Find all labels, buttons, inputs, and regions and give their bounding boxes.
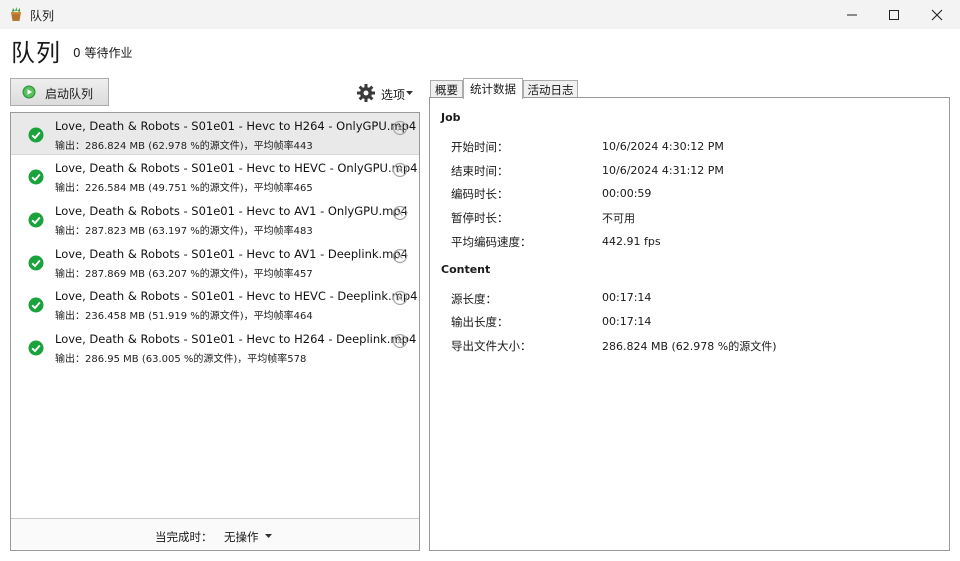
stat-value: 不可用 — [602, 212, 635, 225]
remove-icon[interactable] — [392, 290, 408, 306]
queue-item-detail: 输出：236.458 MB (51.919 %的源文件)，平均帧率464 — [55, 311, 313, 322]
window-title: 队列 — [30, 9, 55, 23]
queue-item-detail: 输出：287.823 MB (63.197 %的源文件)，平均帧率483 — [55, 226, 313, 237]
options-label: 选项 — [381, 88, 406, 102]
when-done-label: 当完成时： — [155, 530, 213, 544]
page-title: 队列 — [11, 39, 61, 67]
remove-icon[interactable] — [392, 162, 408, 178]
queue-item-name: Love, Death & Robots - S01e01 - Hevc to … — [55, 204, 408, 218]
stat-value: 00:17:14 — [602, 291, 652, 304]
stat-value: 10/6/2024 4:30:12 PM — [602, 140, 724, 153]
stat-label: 编码时长： — [451, 187, 509, 201]
waiting-jobs-count: 0 等待作业 — [73, 46, 133, 60]
minimize-icon — [847, 14, 857, 15]
tab-statistics[interactable]: 统计数据 — [463, 78, 523, 99]
stat-value: 00:17:14 — [602, 315, 652, 328]
remove-icon[interactable] — [392, 205, 408, 221]
chevron-down-icon[interactable] — [265, 534, 272, 538]
remove-icon[interactable] — [392, 333, 408, 349]
check-circle-icon — [28, 297, 44, 313]
queue-item[interactable]: Love, Death & Robots - S01e01 - Hevc to … — [11, 155, 419, 197]
close-button[interactable] — [915, 0, 959, 29]
stat-label: 平均编码速度： — [451, 235, 532, 249]
queue-item-detail: 输出：286.824 MB (62.978 %的源文件)，平均帧率443 — [55, 141, 313, 152]
check-circle-icon — [28, 169, 44, 185]
stat-label: 结束时间： — [451, 164, 509, 178]
start-queue-label: 启动队列 — [45, 87, 94, 101]
stat-label: 源长度： — [451, 292, 497, 306]
start-queue-button[interactable]: 启动队列 — [10, 78, 109, 106]
stat-label: 开始时间： — [451, 140, 509, 154]
queue-list: Love, Death & Robots - S01e01 - Hevc to … — [10, 112, 420, 551]
queue-item-name: Love, Death & Robots - S01e01 - Hevc to … — [55, 119, 417, 133]
play-icon — [22, 85, 36, 99]
stat-value: 442.91 fps — [602, 235, 661, 248]
statistics-panel: Job 开始时间： 10/6/2024 4:30:12 PM 结束时间： 10/… — [429, 97, 950, 551]
stat-value: 10/6/2024 4:31:12 PM — [602, 164, 724, 177]
when-done-dropdown[interactable]: 无操作 — [224, 529, 259, 545]
minimize-button[interactable] — [830, 0, 874, 29]
queue-item[interactable]: Love, Death & Robots - S01e01 - Hevc to … — [11, 283, 419, 325]
stat-label: 输出长度： — [451, 315, 509, 329]
queue-item-name: Love, Death & Robots - S01e01 - Hevc to … — [55, 161, 418, 175]
queue-item-detail: 输出：286.95 MB (63.005 %的源文件)，平均帧率578 — [55, 354, 307, 365]
when-done-bar: 当完成时： 无操作 — [11, 518, 419, 550]
check-circle-icon — [28, 212, 44, 228]
remove-icon[interactable] — [392, 248, 408, 264]
queue-item[interactable]: Love, Death & Robots - S01e01 - Hevc to … — [11, 326, 419, 368]
maximize-button[interactable] — [872, 0, 916, 29]
queue-item-name: Love, Death & Robots - S01e01 - Hevc to … — [55, 247, 408, 261]
stat-label: 导出文件大小： — [451, 339, 532, 353]
check-circle-icon — [28, 255, 44, 271]
close-icon — [931, 9, 943, 20]
stat-value: 00:00:59 — [602, 187, 652, 200]
app-icon — [11, 7, 21, 21]
title-bar: 队列 — [0, 0, 960, 29]
queue-item-name: Love, Death & Robots - S01e01 - Hevc to … — [55, 289, 418, 303]
queue-item-detail: 输出：287.869 MB (63.207 %的源文件)，平均帧率457 — [55, 269, 313, 280]
content-section-title: Content — [441, 263, 491, 276]
stat-value: 286.824 MB (62.978 %的源文件) — [602, 340, 777, 353]
check-circle-icon — [28, 340, 44, 356]
queue-item[interactable]: Love, Death & Robots - S01e01 - Hevc to … — [11, 113, 419, 155]
queue-item-name: Love, Death & Robots - S01e01 - Hevc to … — [55, 332, 417, 346]
queue-item[interactable]: Love, Death & Robots - S01e01 - Hevc to … — [11, 198, 419, 240]
job-section-title: Job — [441, 111, 461, 124]
gear-icon — [357, 84, 375, 102]
queue-item-detail: 输出：226.584 MB (49.751 %的源文件)，平均帧率465 — [55, 183, 313, 194]
check-circle-icon — [28, 127, 44, 143]
maximize-icon — [889, 9, 899, 20]
queue-item[interactable]: Love, Death & Robots - S01e01 - Hevc to … — [11, 241, 419, 283]
stat-label: 暂停时长： — [451, 211, 509, 225]
chevron-down-icon — [406, 91, 413, 95]
remove-icon[interactable] — [392, 120, 408, 136]
